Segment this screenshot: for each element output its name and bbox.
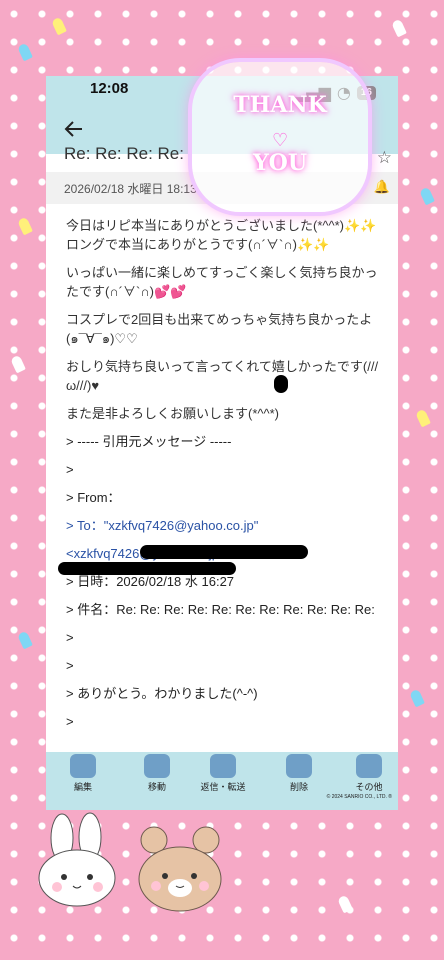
back-arrow-icon[interactable] — [64, 120, 84, 138]
move-label: 移動 — [147, 782, 166, 792]
edit-label: 編集 — [73, 782, 92, 792]
quote-line: > — [66, 714, 74, 729]
reply-forward-label: 返信・転送 — [200, 782, 246, 792]
quote-to-line[interactable]: > To："xzkfvq7426@yahoo.co.jp" — [66, 516, 386, 535]
delete-button[interactable]: 削除 — [276, 754, 322, 793]
star-icon[interactable]: ☆ — [377, 148, 392, 168]
quote-subject-line: > 件名：Re: Re: Re: Re: Re: Re: Re: Re: Re:… — [66, 602, 375, 617]
edit-icon — [70, 754, 96, 778]
email-body: 今日はリピ本当にありがとうございました(*^^*)✨✨ロングで本当にありがとうで… — [66, 216, 386, 740]
redaction-mark — [274, 375, 288, 393]
message-paragraph-2: いっぱい一緒に楽しめてすっごく楽しく気持ち良かったです(∩´∀`∩)💕💕 — [66, 265, 378, 299]
status-time: 12:08 — [90, 80, 129, 97]
delete-label: 削除 — [289, 782, 308, 792]
message-paragraph-4: おしり気持ち良いって言ってくれて嬉しかったです(///ω///)♥ — [66, 359, 379, 393]
email-date: 2026/02/18 水曜日 18:13 — [64, 182, 197, 196]
thank-text: THANK — [233, 92, 327, 118]
you-text: YOU — [252, 150, 308, 176]
mail-actions-toolbar: 編集 移動 返信・転送 削除 その他 © 2024 SANRIO CO., LT… — [46, 752, 398, 810]
delete-icon — [286, 754, 312, 778]
quote-line: > ありがとう。わかりました(^-^) — [66, 686, 258, 701]
quote-line: > — [66, 462, 74, 477]
quote-line: > ----- 引用元メッセージ ----- — [66, 434, 232, 449]
reply-forward-icon — [210, 754, 236, 778]
message-paragraph-3: コスプレで2回目も出来てめっちゃ気持ち良かったよ(๑¯∀¯๑)♡♡ — [66, 312, 373, 346]
other-button[interactable]: その他 — [346, 754, 392, 793]
reply-forward-button[interactable]: 返信・転送 — [200, 754, 246, 793]
quote-line: > — [66, 658, 74, 673]
thank-you-sticker: THANK ♡ YOU — [192, 62, 368, 212]
message-paragraph-1: 今日はリピ本当にありがとうございました(*^^*)✨✨ロングで本当にありがとうで… — [66, 218, 377, 252]
rabbit-character-icon — [38, 812, 116, 907]
move-icon — [144, 754, 170, 778]
bear-character-icon — [138, 826, 222, 912]
heart-icon: ♡ — [272, 130, 289, 151]
quote-line: > From： — [66, 490, 121, 505]
copyright-text: © 2024 SANRIO CO., LTD. ® — [326, 794, 392, 800]
other-label: その他 — [355, 782, 383, 792]
quote-line: > — [66, 630, 74, 645]
move-button[interactable]: 移動 — [134, 754, 180, 793]
edit-button[interactable]: 編集 — [60, 754, 106, 793]
redaction-mark — [140, 545, 308, 559]
other-icon — [356, 754, 382, 778]
redaction-mark — [58, 562, 236, 575]
message-paragraph-5: また是非よろしくお願いします(*^^*) — [66, 406, 279, 421]
bell-icon[interactable]: 🔔 — [374, 180, 390, 195]
